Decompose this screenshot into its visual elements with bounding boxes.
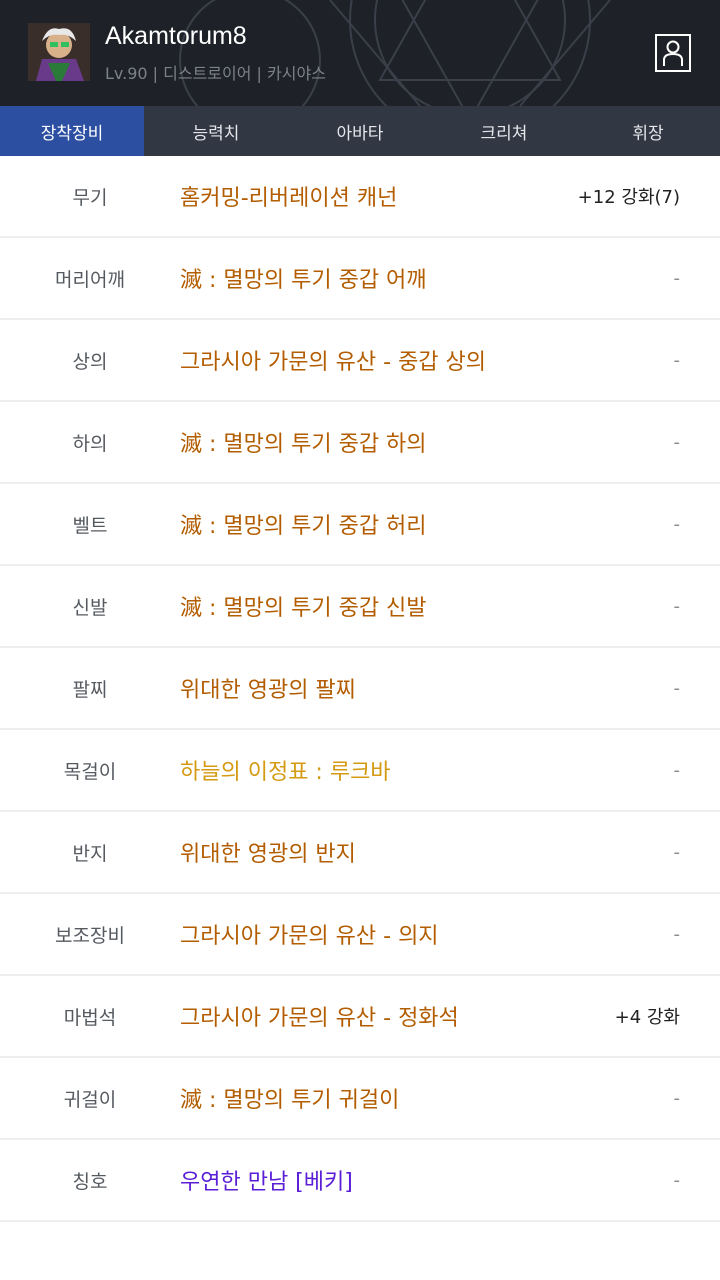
tab-creature[interactable]: 크리쳐 (432, 106, 576, 156)
item-name[interactable]: 우연한 만남 [베키] (180, 1140, 353, 1220)
slot-label: 반지 (72, 842, 108, 865)
enhance-value: - (673, 1169, 681, 1191)
equipment-list: 무기 홈커밍-리버레이션 캐넌 +12 강화(7) 머리어깨 滅 : 멸망의 투… (0, 156, 720, 1222)
item-name[interactable]: 홈커밍-리버레이션 캐넌 (180, 156, 397, 236)
item-name[interactable]: 그라시아 가문의 유산 - 정화석 (180, 976, 459, 1056)
enhance-value: - (673, 267, 681, 289)
tab-stats[interactable]: 능력치 (144, 106, 288, 156)
enhance-value: - (673, 595, 681, 617)
item-name[interactable]: 그라시아 가문의 유산 - 의지 (180, 894, 439, 974)
character-header: Akamtorum8 Lv.90 | 디스트로이어 | 카시야스 (0, 0, 720, 106)
equipment-row[interactable]: 하의 滅 : 멸망의 투기 중갑 하의 - (0, 402, 720, 484)
item-name[interactable]: 滅 : 멸망의 투기 중갑 신발 (180, 566, 427, 646)
slot-label: 칭호 (72, 1170, 108, 1193)
equipment-row[interactable]: 마법석 그라시아 가문의 유산 - 정화석 +4 강화 (0, 976, 720, 1058)
equipment-row[interactable]: 귀걸이 滅 : 멸망의 투기 귀걸이 - (0, 1058, 720, 1140)
character-name: Akamtorum8 (105, 22, 247, 50)
enhance-value: - (673, 759, 681, 781)
equipment-row[interactable]: 팔찌 위대한 영광의 팔찌 - (0, 648, 720, 730)
enhance-value: - (673, 923, 681, 945)
equipment-row[interactable]: 칭호 우연한 만남 [베키] - (0, 1140, 720, 1222)
header-background-pattern (179, 0, 611, 106)
slot-label: 벨트 (72, 514, 108, 537)
character-avatar[interactable] (28, 23, 90, 81)
tab-equipment[interactable]: 장착장비 (0, 106, 144, 156)
equipment-row[interactable]: 벨트 滅 : 멸망의 투기 중갑 허리 - (0, 484, 720, 566)
enhance-value: - (673, 513, 681, 535)
item-name[interactable]: 그라시아 가문의 유산 - 중갑 상의 (180, 320, 486, 400)
slot-label: 목걸이 (63, 760, 117, 783)
slot-label: 무기 (72, 186, 108, 209)
enhance-value: - (673, 1087, 681, 1109)
tab-emblem[interactable]: 휘장 (576, 106, 720, 156)
character-info: Lv.90 | 디스트로이어 | 카시야스 (105, 64, 326, 83)
slot-label: 마법석 (63, 1006, 117, 1029)
enhance-value: - (673, 841, 681, 863)
slot-label: 팔찌 (72, 678, 108, 701)
equipment-row[interactable]: 신발 滅 : 멸망의 투기 중갑 신발 - (0, 566, 720, 648)
person-icon (663, 40, 683, 66)
item-name[interactable]: 滅 : 멸망의 투기 중갑 어깨 (180, 238, 427, 318)
enhance-value: +12 강화(7) (577, 187, 680, 208)
slot-label: 하의 (72, 432, 108, 455)
enhance-value: - (673, 349, 681, 371)
equipment-row[interactable]: 보조장비 그라시아 가문의 유산 - 의지 - (0, 894, 720, 976)
equipment-row[interactable]: 상의 그라시아 가문의 유산 - 중갑 상의 - (0, 320, 720, 402)
slot-label: 머리어깨 (55, 268, 125, 291)
equipment-row[interactable]: 반지 위대한 영광의 반지 - (0, 812, 720, 894)
slot-label: 귀걸이 (63, 1088, 117, 1111)
item-name[interactable]: 滅 : 멸망의 투기 귀걸이 (180, 1058, 399, 1138)
item-name[interactable]: 滅 : 멸망의 투기 중갑 하의 (180, 402, 427, 482)
slot-label: 보조장비 (55, 924, 125, 947)
enhance-value: - (673, 677, 681, 699)
item-name[interactable]: 위대한 영광의 반지 (180, 812, 356, 892)
enhance-value: - (673, 431, 681, 453)
equipment-row[interactable]: 머리어깨 滅 : 멸망의 투기 중갑 어깨 - (0, 238, 720, 320)
slot-label: 상의 (72, 350, 108, 373)
profile-button[interactable] (655, 34, 691, 72)
item-name[interactable]: 하늘의 이정표 : 루크바 (180, 730, 391, 810)
tab-bar: 장착장비 능력치 아바타 크리쳐 휘장 (0, 106, 720, 156)
equipment-row[interactable]: 목걸이 하늘의 이정표 : 루크바 - (0, 730, 720, 812)
slot-label: 신발 (72, 596, 108, 619)
equipment-row[interactable]: 무기 홈커밍-리버레이션 캐넌 +12 강화(7) (0, 156, 720, 238)
item-name[interactable]: 滅 : 멸망의 투기 중갑 허리 (180, 484, 427, 564)
item-name[interactable]: 위대한 영광의 팔찌 (180, 648, 356, 728)
tab-avatar[interactable]: 아바타 (288, 106, 432, 156)
enhance-value: +4 강화 (614, 1007, 680, 1028)
